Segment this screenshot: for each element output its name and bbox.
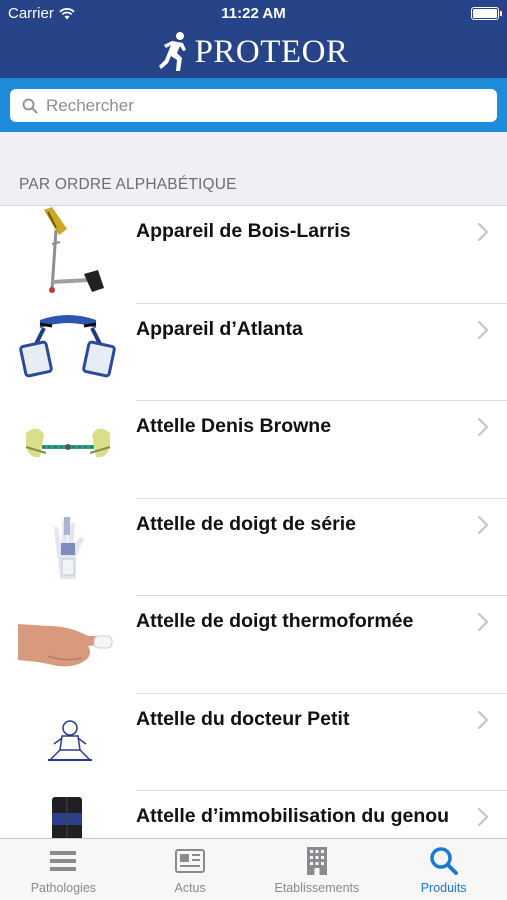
product-list: Appareil de Bois-Larris Appareil d’Atlan… <box>0 206 507 838</box>
search-bar <box>0 78 507 132</box>
tab-actus[interactable]: Actus <box>127 839 254 900</box>
brand-logo: PROTEOR <box>0 30 507 74</box>
product-name: Attelle d’immobilisation du genou <box>136 805 450 827</box>
product-name: Appareil d’Atlanta <box>136 317 303 340</box>
section-header: PAR ORDRE ALPHABÉTIQUE <box>0 132 507 206</box>
tab-bar: Pathologies Actus Etablissements Produit… <box>0 838 507 900</box>
product-row[interactable]: Appareil de Bois-Larris <box>0 206 507 304</box>
child-diagram-icon <box>48 719 92 761</box>
tab-label: Pathologies <box>30 881 97 895</box>
hip-abduction-brace-icon <box>19 314 116 377</box>
tab-etablissements[interactable]: Etablissements <box>254 839 381 900</box>
search-icon <box>22 98 38 113</box>
tab-label: Actus <box>174 881 206 895</box>
finger-splint-icon <box>54 516 84 579</box>
product-row[interactable]: Attelle du docteur Petit <box>0 694 507 792</box>
brace-leg-device-icon <box>44 207 104 293</box>
chevron-right-icon <box>477 417 489 437</box>
newspaper-icon <box>175 849 206 873</box>
search-field[interactable] <box>10 89 497 122</box>
brand-name: PROTEOR <box>194 33 349 70</box>
section-title: PAR ORDRE ALPHABÉTIQUE <box>19 176 237 193</box>
status-bar: Carrier 11:22 AM <box>0 0 507 28</box>
search-input[interactable] <box>46 95 466 116</box>
building-icon <box>306 847 327 875</box>
chevron-right-icon <box>477 515 489 534</box>
denis-browne-bar-icon <box>25 428 111 458</box>
product-row[interactable]: Appareil d’Atlanta <box>0 304 507 402</box>
chevron-right-icon <box>477 710 489 729</box>
chevron-right-icon <box>477 222 489 242</box>
product-row[interactable]: Attelle de doigt thermoformée <box>0 596 507 694</box>
chevron-right-icon <box>477 807 489 827</box>
app-screen: Carrier 11:22 AM PROTEOR Rechercher PAR … <box>0 0 507 900</box>
product-name: Attelle de doigt thermoformée <box>136 610 414 632</box>
chevron-right-icon <box>477 320 489 339</box>
navigation-header: Carrier 11:22 AM PROTEOR <box>0 0 507 78</box>
tab-pathologies[interactable]: Pathologies <box>0 839 127 900</box>
tab-label: Produits <box>420 881 467 895</box>
tab-produits[interactable]: Produits <box>380 839 507 900</box>
product-row[interactable]: Attelle d’immobilisation du genou <box>0 791 507 838</box>
product-row[interactable]: Attelle de doigt de série <box>0 499 507 597</box>
status-time: 11:22 AM <box>221 5 286 22</box>
tab-label: Etablissements <box>274 881 360 895</box>
search-icon <box>429 847 458 875</box>
product-name: Attelle de doigt de série <box>136 512 356 535</box>
product-name: Attelle Denis Browne <box>136 415 332 437</box>
list-icon <box>50 851 77 871</box>
chevron-right-icon <box>477 612 489 632</box>
runner-logo-icon <box>158 32 186 71</box>
product-name: Attelle du docteur Petit <box>136 707 350 730</box>
product-name: Appareil de Bois-Larris <box>136 220 351 242</box>
battery-icon <box>471 7 502 20</box>
knee-immobilizer-icon <box>52 797 82 838</box>
product-row[interactable]: Attelle Denis Browne <box>0 401 507 499</box>
hand-splint-icon <box>18 624 113 667</box>
